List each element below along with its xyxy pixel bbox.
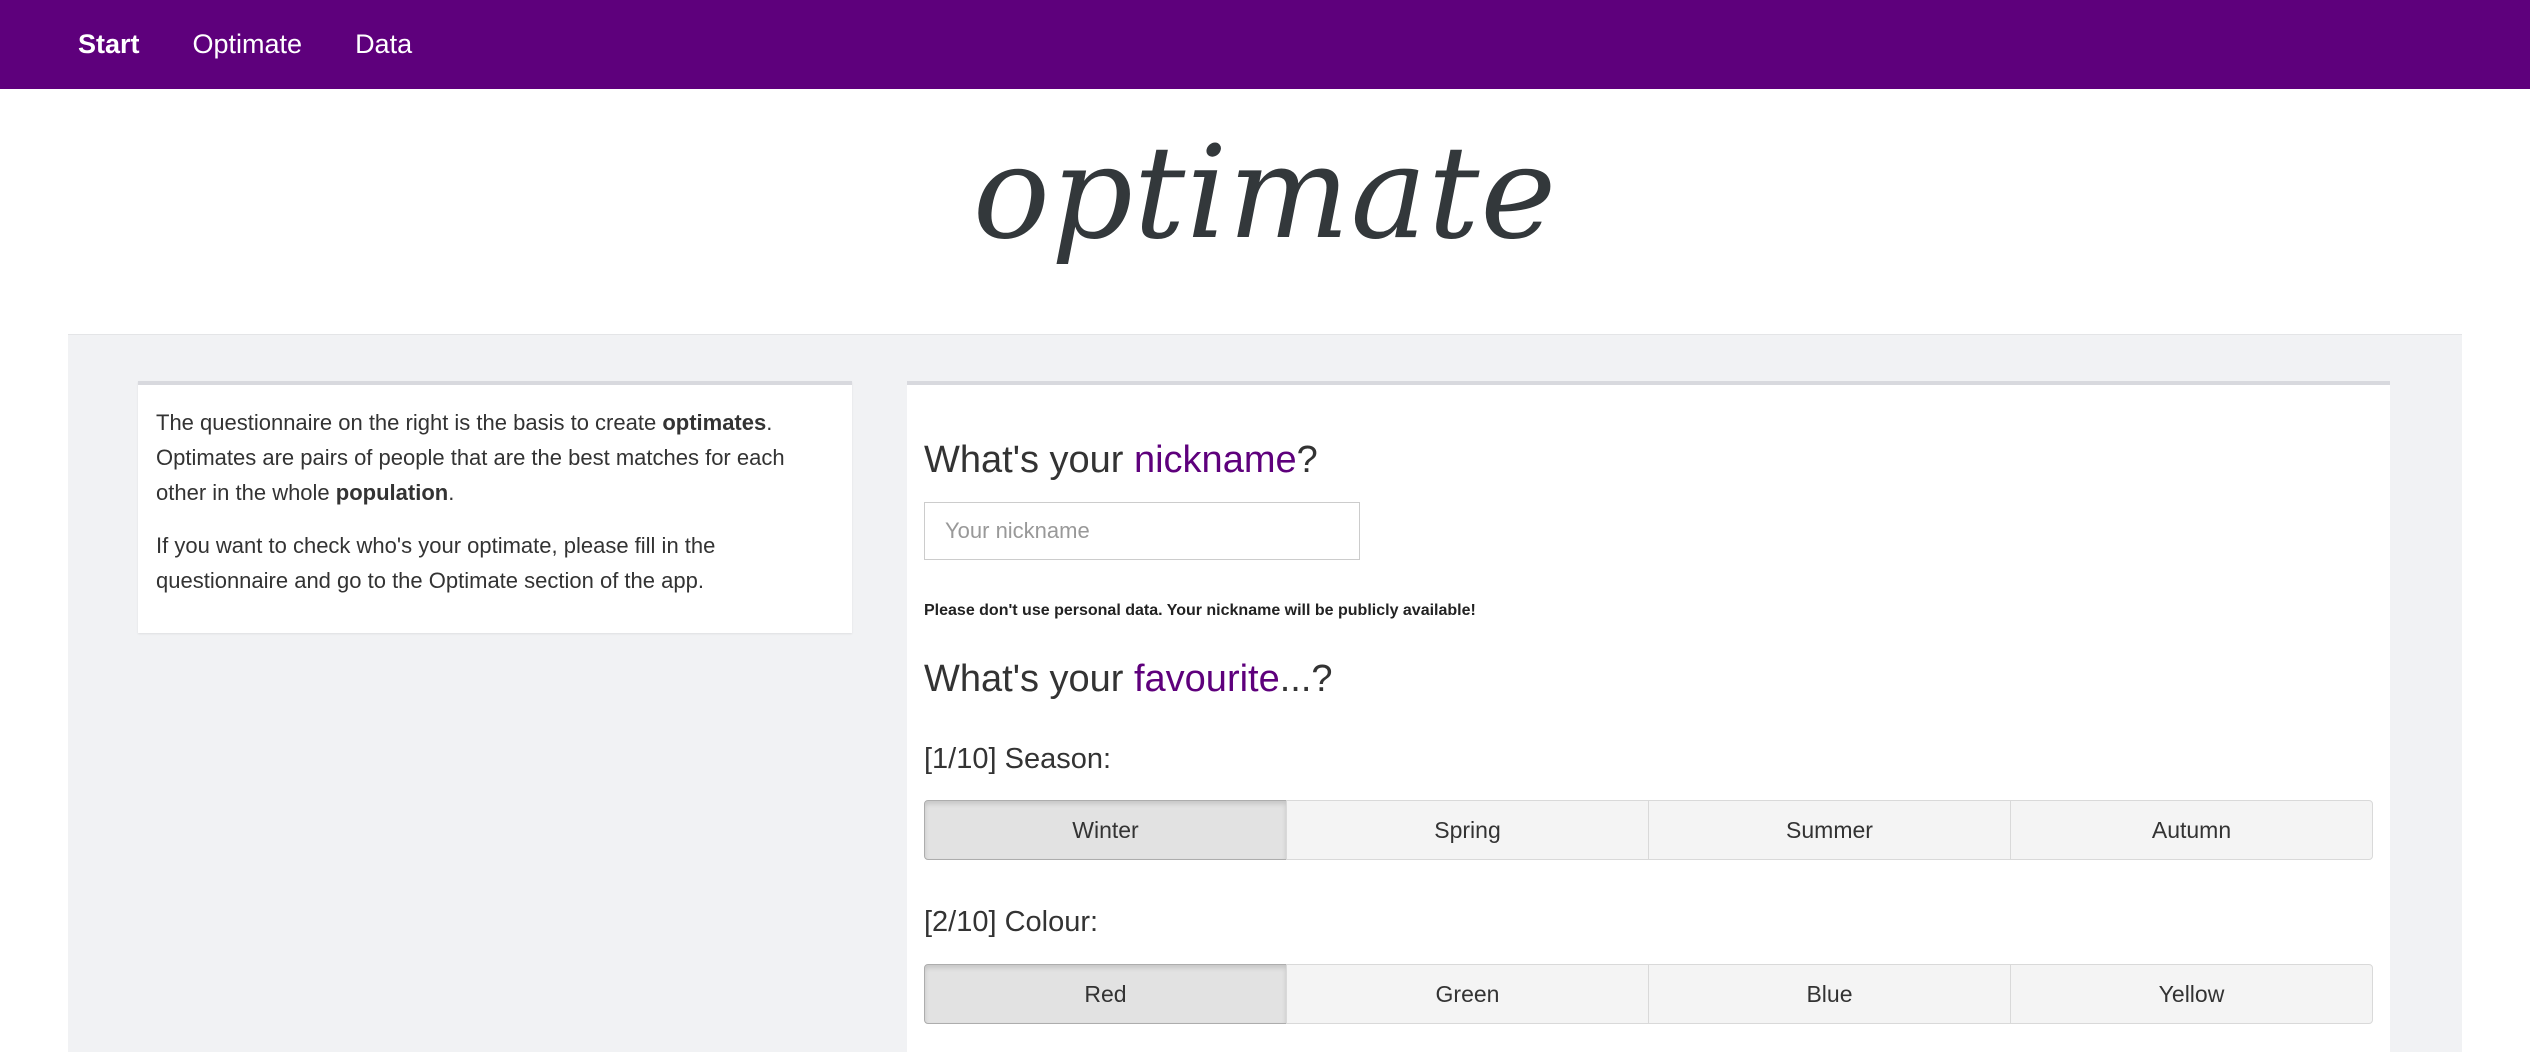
option-blue[interactable]: Blue: [1648, 964, 2011, 1024]
intro-emphasis-optimates: optimates: [662, 410, 767, 435]
heading-accent: favourite: [1133, 658, 1280, 700]
heading-text: What's your: [924, 439, 1134, 481]
favourite-heading: What's your favourite...?: [924, 658, 1333, 701]
heading-accent: nickname: [1133, 439, 1297, 481]
main-content: The questionnaire on the right is the ba…: [68, 334, 2462, 1061]
nav-start[interactable]: Start: [78, 29, 140, 60]
heading-text: ...?: [1279, 658, 1333, 700]
question-colour-label: [2/10] Colour:: [924, 906, 1099, 938]
option-spring[interactable]: Spring: [1286, 800, 1649, 860]
question-season-label: [1/10] Season:: [924, 743, 1112, 775]
intro-card: The questionnaire on the right is the ba…: [138, 381, 852, 633]
nickname-input[interactable]: [924, 502, 1360, 560]
option-yellow[interactable]: Yellow: [2010, 964, 2373, 1024]
option-green[interactable]: Green: [1286, 964, 1649, 1024]
top-navbar: Start Optimate Data: [0, 0, 2530, 89]
option-red[interactable]: Red: [924, 964, 1287, 1024]
option-summer[interactable]: Summer: [1648, 800, 2011, 860]
app-logo: optimate: [972, 119, 1558, 268]
privacy-warning: Please don't use personal data. Your nic…: [924, 602, 1476, 619]
nav-data[interactable]: Data: [355, 29, 412, 60]
nickname-heading: What's your nickname?: [924, 439, 1318, 482]
intro-text: The questionnaire on the right is the ba…: [156, 410, 663, 435]
intro-emphasis-population: population: [335, 480, 449, 505]
season-options: Winter Spring Summer Autumn: [924, 800, 2373, 860]
intro-text: .: [448, 480, 455, 505]
heading-text: What's your: [924, 658, 1134, 700]
option-autumn[interactable]: Autumn: [2010, 800, 2373, 860]
intro-paragraph-2: If you want to check who's your optimate…: [156, 533, 716, 593]
nav-optimate[interactable]: Optimate: [193, 29, 303, 60]
questionnaire-card: What's your nickname? Please don't use p…: [907, 381, 2390, 1061]
heading-text: ?: [1296, 439, 1318, 481]
option-winter[interactable]: Winter: [924, 800, 1287, 860]
colour-options: Red Green Blue Yellow: [924, 964, 2373, 1024]
intro-paragraph-1: The questionnaire on the right is the ba…: [156, 405, 834, 510]
